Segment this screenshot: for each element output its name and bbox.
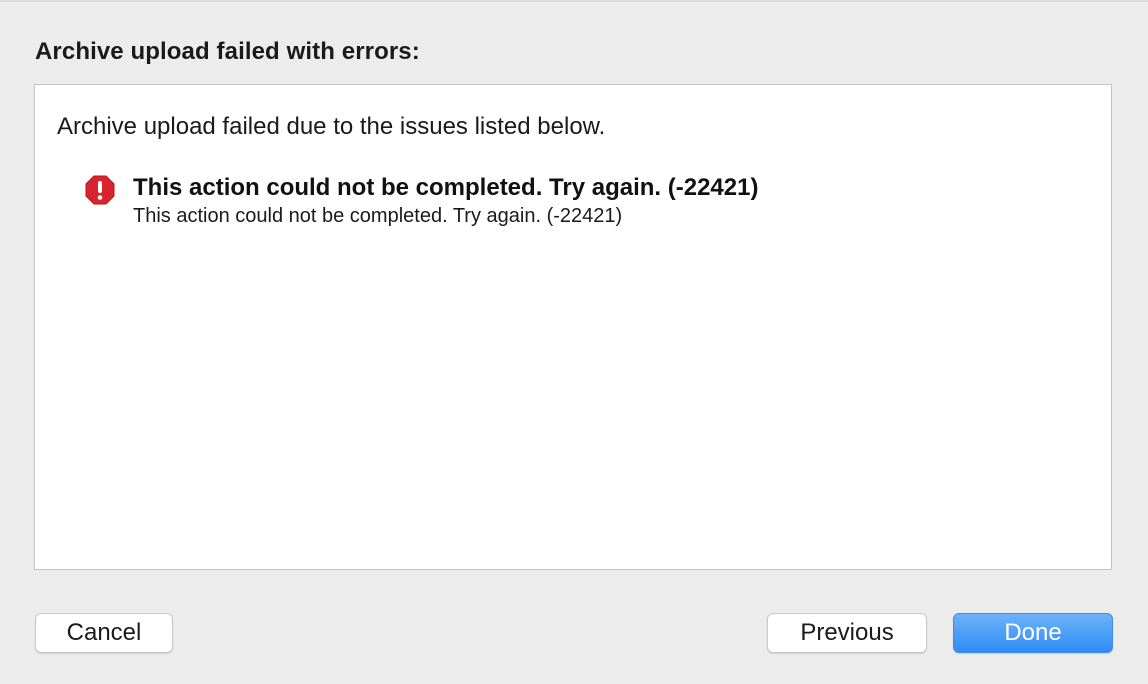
issues-panel: Archive upload failed due to the issues …	[34, 84, 1112, 570]
issue-title: This action could not be completed. Try …	[133, 174, 759, 201]
cancel-button[interactable]: Cancel	[35, 613, 173, 653]
issue-text: This action could not be completed. Try …	[133, 173, 758, 229]
issue-item: This action could not be completed. Try …	[85, 173, 758, 229]
issue-detail: This action could not be completed. Try …	[133, 205, 623, 227]
error-octagon-icon	[85, 175, 115, 205]
window-top-divider	[0, 0, 1148, 2]
issues-summary: Archive upload failed due to the issues …	[57, 113, 606, 140]
previous-button[interactable]: Previous	[767, 613, 927, 653]
done-button[interactable]: Done	[953, 613, 1113, 653]
dialog-title: Archive upload failed with errors:	[35, 38, 420, 65]
